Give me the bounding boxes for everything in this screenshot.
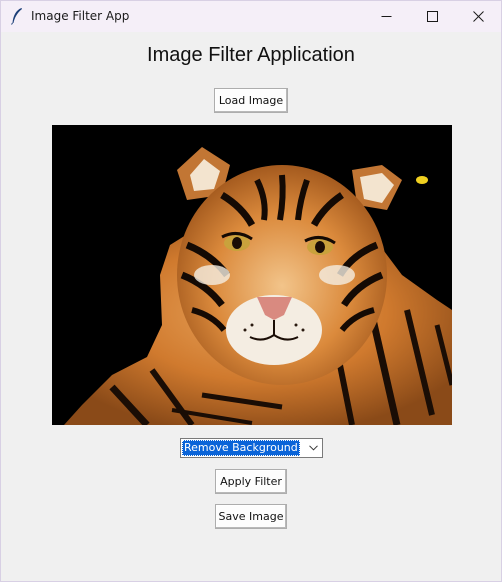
tiger-illustration bbox=[52, 125, 452, 425]
maximize-icon bbox=[426, 11, 438, 22]
apply-filter-button[interactable]: Apply Filter bbox=[215, 469, 287, 494]
close-icon bbox=[472, 11, 484, 22]
tiger-image bbox=[52, 125, 452, 425]
filter-select[interactable]: Remove Background bbox=[180, 438, 323, 458]
close-button[interactable] bbox=[455, 1, 501, 32]
minimize-button[interactable] bbox=[363, 1, 409, 32]
app-heading: Image Filter Application bbox=[147, 44, 355, 66]
filter-select-value: Remove Background bbox=[182, 440, 300, 456]
app-window: Image Filter App Image Filter Applicatio… bbox=[0, 0, 502, 582]
feather-icon bbox=[11, 8, 22, 25]
title-bar[interactable]: Image Filter App bbox=[1, 1, 501, 32]
maximize-button[interactable] bbox=[409, 1, 455, 32]
window-title: Image Filter App bbox=[31, 9, 130, 23]
chevron-down-icon[interactable] bbox=[305, 439, 322, 457]
load-image-button[interactable]: Load Image bbox=[214, 88, 288, 113]
minimize-icon bbox=[381, 16, 391, 17]
save-image-button[interactable]: Save Image bbox=[215, 504, 287, 529]
